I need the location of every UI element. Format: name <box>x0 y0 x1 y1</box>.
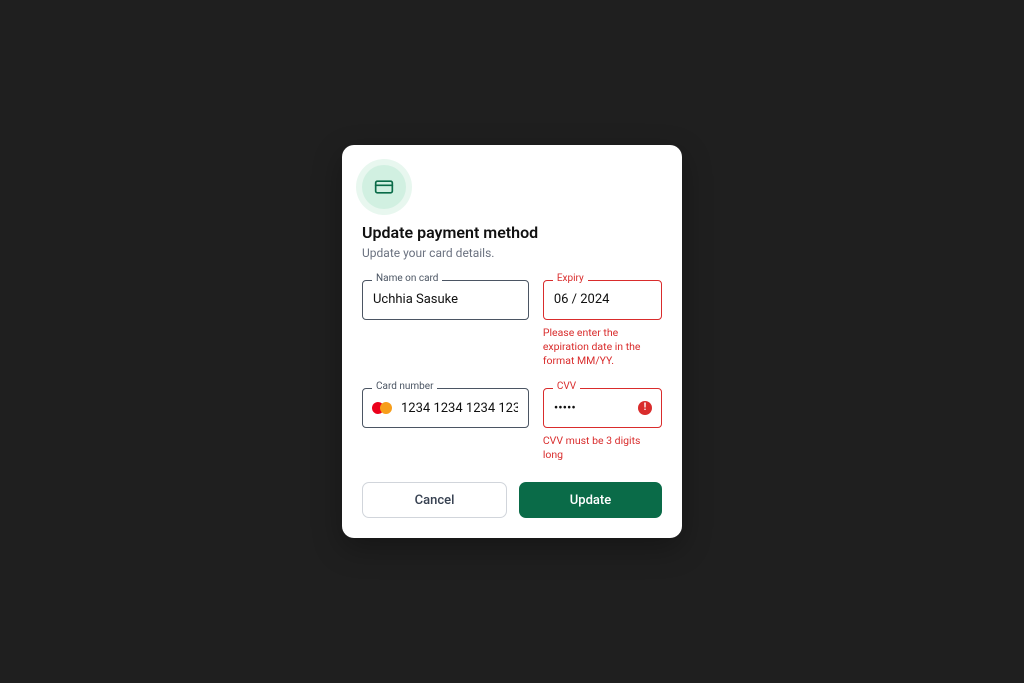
name-field: Name on card <box>362 280 529 320</box>
name-input[interactable] <box>362 280 529 320</box>
card-number-field: Card number <box>362 388 529 428</box>
credit-card-icon <box>374 177 394 197</box>
expiry-error: Please enter the expiration date in the … <box>543 326 662 369</box>
mastercard-icon <box>372 401 394 415</box>
alert-icon <box>638 401 652 415</box>
button-row: Cancel Update <box>362 482 662 518</box>
name-label: Name on card <box>372 273 442 284</box>
card-number-label: Card number <box>372 381 437 392</box>
expiry-input[interactable] <box>543 280 662 320</box>
cvv-error: CVV must be 3 digits long <box>543 434 662 462</box>
cvv-field: CVV CVV must be 3 digits long <box>543 388 662 462</box>
modal-subtitle: Update your card details. <box>362 246 662 260</box>
cvv-label: CVV <box>553 381 580 392</box>
update-button[interactable]: Update <box>519 482 662 518</box>
card-icon-badge <box>362 165 406 209</box>
expiry-label: Expiry <box>553 273 588 284</box>
cancel-button[interactable]: Cancel <box>362 482 507 518</box>
payment-modal: Update payment method Update your card d… <box>342 145 682 539</box>
expiry-field: Expiry Please enter the expiration date … <box>543 280 662 369</box>
modal-title: Update payment method <box>362 223 662 242</box>
